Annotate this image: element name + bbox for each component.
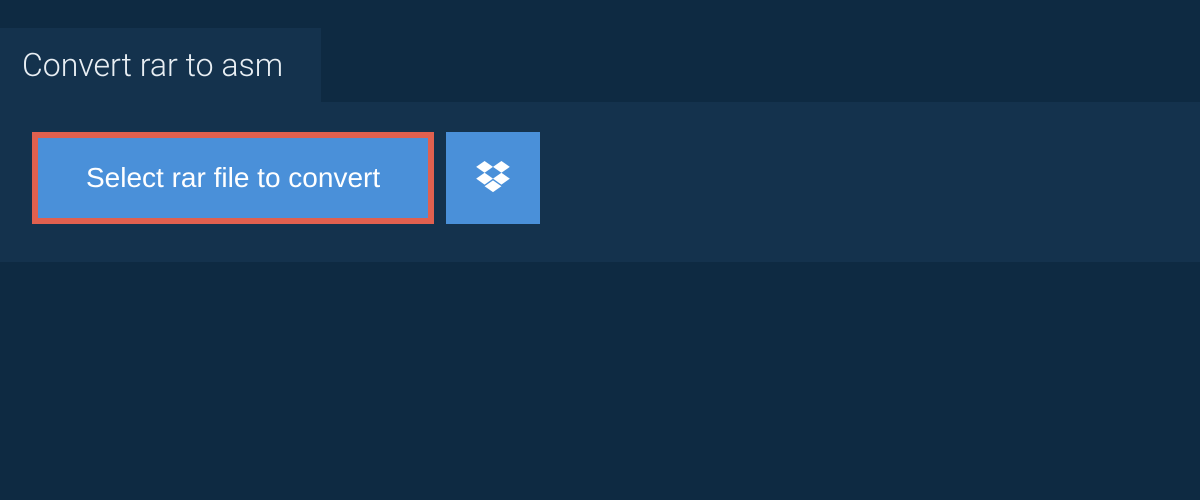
convert-panel: Select rar file to convert xyxy=(0,102,1200,262)
select-file-button[interactable]: Select rar file to convert xyxy=(32,132,434,224)
dropbox-icon xyxy=(476,161,510,196)
select-file-label: Select rar file to convert xyxy=(86,162,380,194)
dropbox-button[interactable] xyxy=(446,132,540,224)
button-row: Select rar file to convert xyxy=(32,132,1168,224)
tab-header: Convert rar to asm xyxy=(0,28,321,102)
tab-title: Convert rar to asm xyxy=(22,46,283,84)
